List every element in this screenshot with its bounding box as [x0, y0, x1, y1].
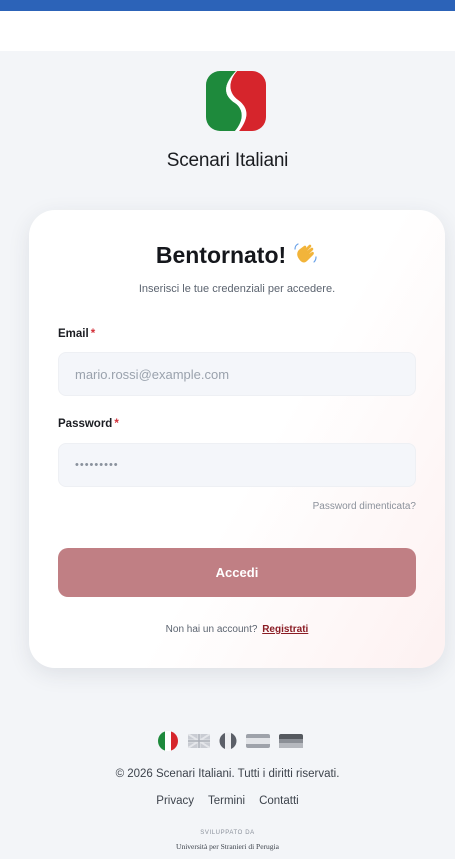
email-input[interactable]: [58, 352, 416, 396]
register-link[interactable]: Registrati: [262, 624, 308, 635]
developed-by-label: SVILUPPATO DA: [200, 830, 255, 836]
login-title: Bentornato!: [29, 240, 445, 269]
footer-link-contatti[interactable]: Contatti: [259, 795, 299, 807]
login-subtitle: Inserisci le tue credenziali per acceder…: [138, 283, 336, 295]
login-button[interactable]: Accedi: [58, 548, 416, 597]
footer-links: Privacy Termini Contatti: [0, 795, 455, 807]
required-mark: *: [114, 418, 119, 430]
university-name: Università per Stranieri di Perugia: [176, 842, 279, 851]
flag-france-icon[interactable]: [219, 732, 237, 750]
email-label: Email *: [58, 328, 95, 340]
signup-prompt: Non hai un account? Registrati: [29, 624, 445, 635]
email-label-text: Email: [58, 328, 89, 340]
login-card: Bentornato! Inserisci le tue credenziali…: [29, 210, 445, 668]
password-input[interactable]: [58, 443, 416, 487]
password-label: Password *: [58, 418, 119, 430]
flag-uk-icon[interactable]: [188, 734, 210, 748]
flag-spain-icon[interactable]: [246, 734, 270, 748]
language-selector: [157, 731, 303, 751]
password-label-text: Password: [58, 418, 113, 430]
flag-italy-icon[interactable]: [157, 731, 179, 751]
waving-hand-icon: [294, 243, 317, 263]
flag-germany-icon[interactable]: [279, 734, 303, 748]
footer-link-privacy[interactable]: Privacy: [156, 795, 194, 807]
login-title-text: Bentornato!: [155, 242, 287, 268]
no-account-text: Non hai un account?: [165, 624, 258, 635]
forgot-password-link[interactable]: Password dimenticata?: [313, 501, 416, 512]
required-mark: *: [90, 328, 96, 340]
app-name: Scenari Italiani: [166, 150, 289, 171]
copyright-text: © 2026 Scenari Italiani. Tutti i diritti…: [115, 768, 340, 780]
scenari-italiani-logo-icon: [206, 71, 266, 131]
top-header-strip: [0, 11, 455, 51]
footer-link-termini[interactable]: Termini: [208, 795, 245, 807]
browser-top-bar: [0, 0, 455, 11]
